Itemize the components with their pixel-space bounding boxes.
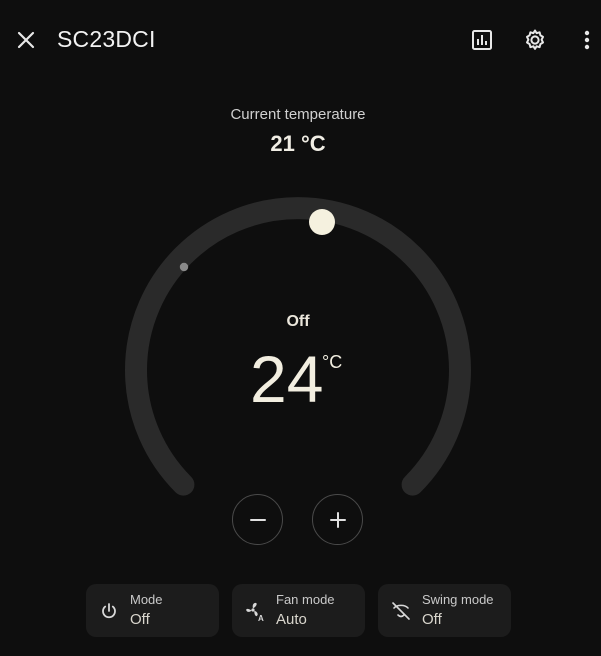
history-button[interactable] xyxy=(466,24,498,56)
settings-button[interactable] xyxy=(519,24,551,56)
fan-mode-tile[interactable]: A Fan mode Auto xyxy=(232,584,365,637)
chart-icon xyxy=(472,30,492,50)
more-options-button[interactable] xyxy=(571,24,601,56)
target-temperature: 24 xyxy=(250,342,324,416)
plus-icon xyxy=(329,511,346,528)
current-temperature-label: Current temperature xyxy=(230,106,366,123)
target-temperature-unit: °C xyxy=(322,352,343,372)
close-button[interactable] xyxy=(10,24,42,56)
current-temperature-marker xyxy=(179,262,189,272)
swing-mode-tile-label: Swing mode xyxy=(422,592,494,607)
gear-icon xyxy=(526,29,544,50)
svg-text:A: A xyxy=(258,614,264,622)
swing-mode-tile[interactable]: Swing mode Off xyxy=(378,584,511,637)
hvac-state-label: Off xyxy=(286,313,310,330)
dialog-header: SC23DCI xyxy=(0,0,601,80)
current-temperature-value: 21 °C xyxy=(270,131,326,156)
fan-mode-tile-label: Fan mode xyxy=(276,592,335,607)
more-vert-icon xyxy=(584,30,590,50)
mode-tile[interactable]: Mode Off xyxy=(86,584,219,637)
increase-temperature-button[interactable] xyxy=(312,494,363,545)
mode-tile-value: Off xyxy=(130,611,150,628)
swing-mode-tile-value: Off xyxy=(422,611,442,628)
target-handle xyxy=(309,209,335,235)
swing-off-icon xyxy=(390,600,412,622)
fan-mode-tile-value: Auto xyxy=(276,611,307,628)
mode-tile-label: Mode xyxy=(130,592,163,607)
fan-auto-icon: A xyxy=(244,600,266,622)
dialog-title: SC23DCI xyxy=(57,26,156,52)
close-icon xyxy=(17,31,35,49)
decrease-temperature-button[interactable] xyxy=(232,494,283,545)
minus-icon xyxy=(249,518,266,521)
power-icon xyxy=(98,600,120,622)
